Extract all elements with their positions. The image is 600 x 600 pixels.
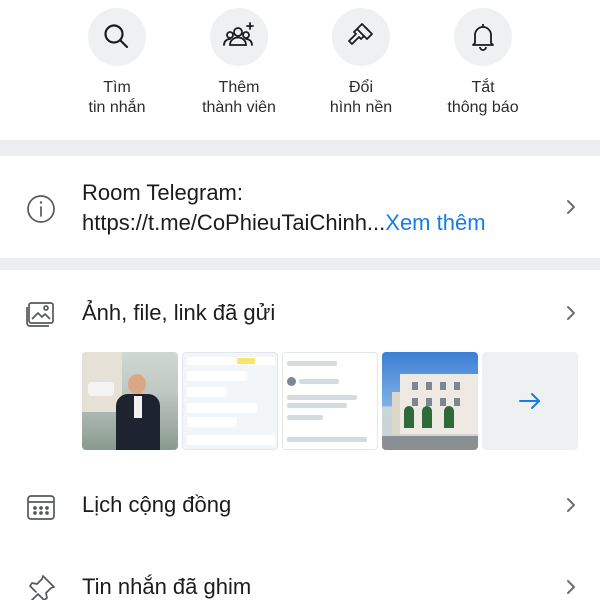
arrow-right-icon bbox=[519, 393, 540, 409]
calendar-icon-wrap bbox=[24, 490, 58, 524]
shared-media-row[interactable]: Ảnh, file, link đã gửi bbox=[0, 270, 600, 464]
calendar-icon bbox=[27, 495, 55, 520]
see-more-link[interactable]: Xem thêm bbox=[385, 210, 485, 235]
shared-media-title: Ảnh, file, link đã gửi bbox=[82, 300, 276, 325]
media-thumbnail-building[interactable] bbox=[382, 352, 478, 450]
search-messages-action[interactable]: Tìm tin nhắn bbox=[52, 0, 182, 118]
community-calendar-row[interactable]: Lịch cộng đồng bbox=[0, 464, 600, 546]
section-divider bbox=[0, 140, 600, 156]
description-line1: Room Telegram: bbox=[82, 180, 243, 205]
pin-icon-wrap bbox=[24, 572, 58, 600]
mute-notifications-action[interactable]: Tắt thông báo bbox=[418, 0, 548, 118]
media-thumbnail-chat[interactable] bbox=[182, 352, 278, 450]
pinned-messages-row[interactable]: Tin nhắn đã ghim bbox=[0, 546, 600, 600]
media-thumbnails bbox=[82, 352, 582, 450]
mute-notifications-label: Tắt thông báo bbox=[447, 79, 519, 116]
change-wallpaper-button[interactable] bbox=[332, 8, 390, 66]
group-description-row[interactable]: Room Telegram: https://t.me/CoPhieuTaiCh… bbox=[0, 156, 600, 258]
chevron-right-icon bbox=[564, 578, 578, 596]
search-icon bbox=[104, 24, 129, 49]
info-icon-wrap bbox=[24, 192, 58, 226]
chevron-right-icon bbox=[564, 198, 578, 216]
pinned-messages-title: Tin nhắn đã ghim bbox=[82, 574, 252, 599]
section-divider bbox=[0, 258, 600, 270]
media-thumbnail-photo[interactable] bbox=[82, 352, 178, 450]
add-member-action[interactable]: Thêm thành viên bbox=[174, 0, 304, 118]
group-description: Room Telegram: https://t.me/CoPhieuTaiCh… bbox=[82, 178, 486, 238]
search-messages-label: Tìm tin nhắn bbox=[88, 79, 146, 116]
chevron-right-icon bbox=[564, 496, 578, 514]
add-member-label: Thêm thành viên bbox=[202, 79, 276, 116]
change-wallpaper-action[interactable]: Đổi hình nền bbox=[296, 0, 426, 118]
paint-brush-icon bbox=[348, 23, 373, 45]
telegram-link-text: https://t.me/CoPhieuTaiChinh... bbox=[82, 210, 386, 235]
bell-icon bbox=[472, 24, 494, 51]
community-calendar-title: Lịch cộng đồng bbox=[82, 492, 232, 517]
mute-button[interactable] bbox=[454, 8, 512, 66]
chevron-right-icon bbox=[564, 304, 578, 322]
image-icon bbox=[26, 302, 54, 327]
see-all-media-button[interactable] bbox=[482, 352, 578, 450]
add-member-button[interactable] bbox=[210, 8, 268, 66]
info-icon bbox=[27, 195, 55, 223]
change-wallpaper-label: Đổi hình nền bbox=[329, 79, 393, 116]
media-thumbnail-post[interactable] bbox=[282, 352, 378, 450]
quick-actions: Tìm tin nhắn Thêm thành viên Đổi hình nề… bbox=[0, 0, 600, 140]
pin-icon bbox=[29, 575, 55, 600]
image-icon-wrap bbox=[24, 296, 58, 330]
add-member-icon bbox=[223, 22, 254, 46]
search-button[interactable] bbox=[88, 8, 146, 66]
description-line2: https://t.me/CoPhieuTaiChinh...Xem thêm bbox=[82, 208, 486, 238]
